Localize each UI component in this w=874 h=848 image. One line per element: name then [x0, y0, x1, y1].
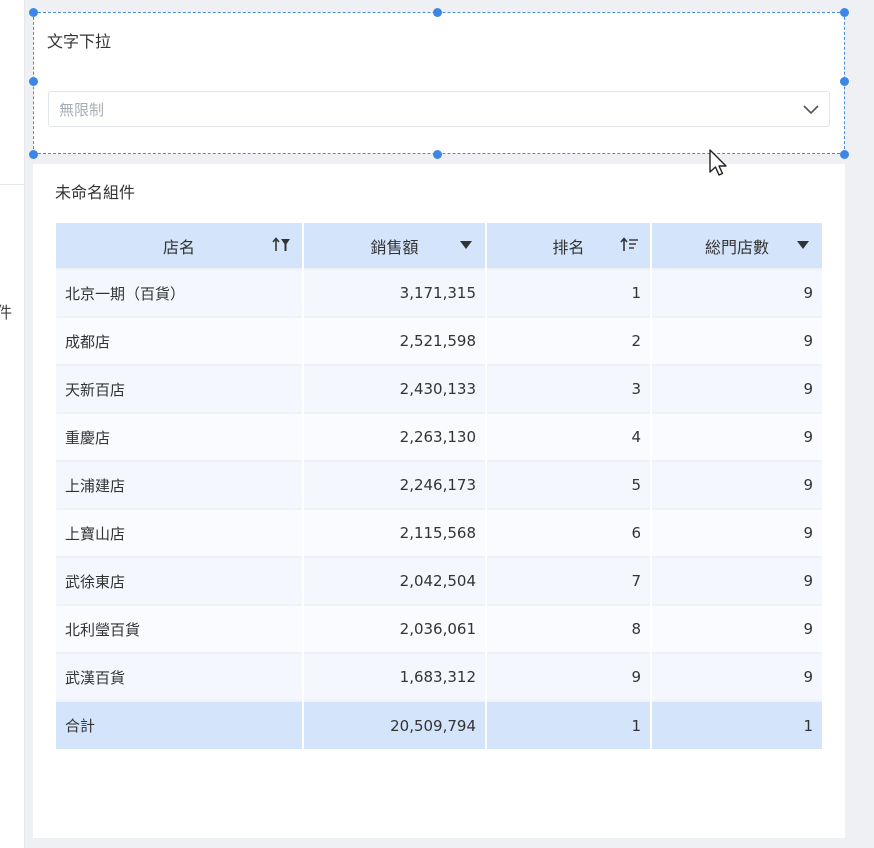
table-row[interactable]: 上浦建店 2,246,173 5 9: [56, 460, 822, 509]
cell-store-name: 成都店: [56, 316, 304, 365]
cell-store-name: 武徐東店: [56, 556, 304, 605]
table-row[interactable]: 武徐東店 2,042,504 7 9: [56, 556, 822, 605]
cell-sales: 2,263,130: [303, 412, 487, 461]
cell-total-stores: 9: [651, 268, 822, 317]
table-row[interactable]: 北京一期（百貨） 3,171,315 1 9: [56, 268, 822, 317]
column-header-store[interactable]: 店名: [56, 223, 304, 269]
cell-store-name: 天新百店: [56, 364, 304, 413]
resize-handle-bottom-right[interactable]: [840, 150, 849, 159]
dropdown-triangle-icon[interactable]: [796, 240, 810, 250]
cell-store-name: 武漢百貨: [56, 652, 304, 701]
table-row[interactable]: 天新百店 2,430,133 3 9: [56, 364, 822, 413]
column-header-label: 銷售額: [370, 237, 419, 257]
resize-handle-bottom-center[interactable]: [433, 150, 442, 159]
left-panel: 件: [0, 0, 25, 848]
column-header-sales[interactable]: 銷售額: [303, 223, 487, 269]
cell-rank: 4: [486, 412, 652, 461]
table-widget[interactable]: 未命名組件 店名 銷售額 排名 総門店數 北京一期（百貨） 3,171,315 …: [33, 164, 845, 838]
cell-total-stores: 9: [651, 652, 822, 701]
table-row[interactable]: 武漢百貨 1,683,312 9 9: [56, 652, 822, 701]
cell-store-name: 上寶山店: [56, 508, 304, 557]
cell-rank: 2: [486, 316, 652, 365]
filter-widget-title: 文字下拉: [47, 32, 112, 51]
dropdown-triangle-icon[interactable]: [459, 240, 473, 250]
cell-sales: 2,042,504: [303, 556, 487, 605]
cell-total-stores: 9: [651, 364, 822, 413]
cell-total-stores: 9: [651, 316, 822, 365]
column-header-total-stores[interactable]: 総門店數: [651, 223, 822, 269]
text-dropdown-filter-widget[interactable]: 文字下拉 無限制: [33, 12, 845, 154]
total-value: 1: [651, 700, 822, 749]
cell-rank: 5: [486, 460, 652, 509]
cell-total-stores: 9: [651, 556, 822, 605]
table-row[interactable]: 北利瑩百貨 2,036,061 8 9: [56, 604, 822, 653]
cell-rank: 9: [486, 652, 652, 701]
cell-store-name: 北京一期（百貨）: [56, 268, 304, 317]
cell-rank: 6: [486, 508, 652, 557]
table-widget-title: 未命名組件: [55, 183, 136, 202]
resize-handle-top-center[interactable]: [433, 8, 442, 17]
left-panel-divider: [0, 184, 25, 185]
cell-rank: 7: [486, 556, 652, 605]
data-table: 店名 銷售額 排名 総門店數 北京一期（百貨） 3,171,315 1 9 成都…: [56, 223, 822, 749]
cell-sales: 2,246,173: [303, 460, 487, 509]
filter-select-value: 無限制: [59, 101, 105, 119]
total-label: 合計: [56, 700, 304, 749]
table-total-row: 合計 20,509,794 1 1: [56, 700, 822, 749]
table-row[interactable]: 成都店 2,521,598 2 9: [56, 316, 822, 365]
left-panel-label[interactable]: 件: [0, 299, 12, 323]
cell-total-stores: 9: [651, 412, 822, 461]
cell-total-stores: 9: [651, 604, 822, 653]
resize-handle-middle-left[interactable]: [29, 77, 38, 86]
chevron-down-icon[interactable]: [801, 99, 821, 119]
cell-store-name: 上浦建店: [56, 460, 304, 509]
resize-handle-middle-right[interactable]: [840, 77, 849, 86]
cell-sales: 2,036,061: [303, 604, 487, 653]
sort-ascending-icon[interactable]: [620, 236, 640, 254]
total-value: 1: [486, 700, 652, 749]
filter-select[interactable]: 無限制: [48, 91, 830, 127]
cell-store-name: 北利瑩百貨: [56, 604, 304, 653]
cell-sales: 2,115,568: [303, 508, 487, 557]
column-header-rank[interactable]: 排名: [486, 223, 652, 269]
sort-filter-icon[interactable]: [272, 236, 292, 254]
cell-sales: 1,683,312: [303, 652, 487, 701]
cell-total-stores: 9: [651, 508, 822, 557]
cell-total-stores: 9: [651, 460, 822, 509]
resize-handle-bottom-left[interactable]: [29, 150, 38, 159]
cell-rank: 3: [486, 364, 652, 413]
table-row[interactable]: 重慶店 2,263,130 4 9: [56, 412, 822, 461]
total-value: 20,509,794: [303, 700, 487, 749]
table-row[interactable]: 上寶山店 2,115,568 6 9: [56, 508, 822, 557]
column-header-label: 排名: [552, 237, 585, 257]
cell-sales: 2,521,598: [303, 316, 487, 365]
cell-rank: 8: [486, 604, 652, 653]
resize-handle-top-right[interactable]: [840, 8, 849, 17]
mouse-cursor-icon: [709, 149, 727, 176]
column-header-label: 店名: [162, 237, 195, 257]
cell-sales: 2,430,133: [303, 364, 487, 413]
cell-store-name: 重慶店: [56, 412, 304, 461]
table-header-row: 店名 銷售額 排名 総門店數: [56, 223, 822, 269]
cell-sales: 3,171,315: [303, 268, 487, 317]
resize-handle-top-left[interactable]: [29, 8, 38, 17]
cell-rank: 1: [486, 268, 652, 317]
column-header-label: 総門店數: [704, 237, 769, 257]
